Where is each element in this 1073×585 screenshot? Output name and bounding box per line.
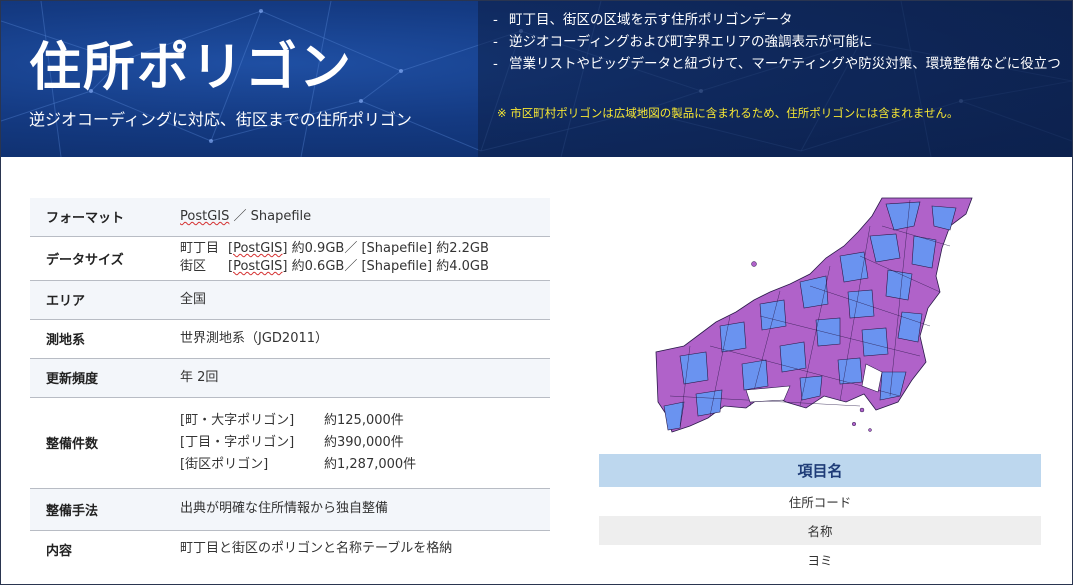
datasize-name: 町丁目 bbox=[180, 241, 220, 256]
banner-note: ※ 市区町村ポリゴンは広域地図の製品に含まれるため、住所ポリゴンには含まれません… bbox=[497, 106, 959, 120]
page-title: 住所ポリゴン bbox=[29, 38, 354, 98]
format-postgis: PostGIS bbox=[180, 208, 230, 224]
spec-row-format: フォーマット PostGIS ／ Shapefile bbox=[30, 198, 550, 237]
spec-label: 内容 bbox=[46, 543, 73, 559]
item-table: 項目名 住所コード 名称 ヨミ bbox=[599, 454, 1041, 574]
item-table-header-row: 項目名 bbox=[599, 454, 1041, 487]
spec-row-crs: 測地系 世界測地系（JGD2011） bbox=[30, 319, 550, 359]
spec-value: 出典が明確な住所情報から独自整備 bbox=[164, 488, 550, 531]
spec-label: 更新頻度 bbox=[30, 358, 164, 398]
spec-row-datasize: データサイズ 町丁目 [PostGIS] 約0.9GB／ [Shapefile] … bbox=[30, 236, 550, 281]
spec-row-area: エリア 全国 bbox=[30, 280, 550, 320]
datasize-name: 街区 bbox=[180, 259, 207, 274]
spec-value: 町丁目 [PostGIS] 約0.9GB／ [Shapefile] 約2.2GB … bbox=[164, 236, 550, 281]
count-type: [街区ポリゴン] bbox=[180, 456, 269, 472]
spec-label: 整備件数 bbox=[30, 397, 164, 489]
feature-item: 町丁目、街区の区域を示す住所ポリゴンデータ bbox=[491, 11, 1061, 29]
datasize-rest: 約0.6GB／ [Shapefile] 約4.0GB bbox=[287, 259, 489, 274]
spec-value: 全国 bbox=[164, 280, 550, 320]
spec-label: エリア bbox=[30, 280, 164, 320]
feature-list: 町丁目、街区の区域を示す住所ポリゴンデータ 逆ジオコーディングおよび町字界エリア… bbox=[491, 11, 1061, 77]
item-row: 名称 bbox=[599, 516, 1041, 545]
spec-row-update: 更新頻度 年 2回 bbox=[30, 358, 550, 398]
count-type: [町・大字ポリゴン] bbox=[180, 412, 295, 428]
item-cell: 名称 bbox=[599, 516, 1041, 545]
spec-label: データサイズ bbox=[30, 236, 164, 281]
spec-row-method: 整備手法 出典が明確な住所情報から独自整備 bbox=[30, 488, 550, 531]
item-row: ヨミ bbox=[599, 545, 1041, 574]
page-subtitle: 逆ジオコーディングに対応、街区までの住所ポリゴン bbox=[29, 110, 412, 129]
format-rest: ／ Shapefile bbox=[229, 208, 312, 224]
spec-table: フォーマット PostGIS ／ Shapefile データサイズ 町丁目 [Po… bbox=[30, 198, 550, 568]
count-value: 約1,287,000件 bbox=[324, 456, 417, 472]
spec-row-count: 整備件数 [町・大字ポリゴン] 約125,000件 [丁目・字ポリゴン] 約390,… bbox=[30, 397, 550, 489]
feature-item: 営業リストやビッグデータと紐づけて、マーケティングや防災対策、環境整備などに役立… bbox=[491, 55, 1061, 73]
spec-label: 測地系 bbox=[30, 319, 164, 359]
spec-value: 町丁目と街区のポリゴンと名称テーブルを格納 bbox=[180, 541, 453, 557]
count-type: [丁目・字ポリゴン] bbox=[180, 434, 295, 450]
address-polygon-map bbox=[655, 197, 973, 433]
item-cell: ヨミ bbox=[807, 553, 833, 568]
header-banner: 住所ポリゴン 逆ジオコーディングに対応、街区までの住所ポリゴン 町丁目、街区の区… bbox=[1, 1, 1072, 157]
spec-value: 年 2回 bbox=[164, 358, 550, 398]
spec-value: PostGIS ／ Shapefile bbox=[164, 198, 550, 237]
spec-value: 世界測地系（JGD2011） bbox=[164, 319, 550, 359]
spec-label: 整備手法 bbox=[30, 488, 164, 531]
item-table-header: 項目名 bbox=[599, 454, 1041, 487]
item-row: 住所コード bbox=[599, 487, 1041, 516]
spec-label: フォーマット bbox=[30, 198, 164, 237]
feature-item: 逆ジオコーディングおよび町字界エリアの強調表示が可能に bbox=[491, 33, 1061, 51]
datasize-rest: 約0.9GB／ [Shapefile] 約2.2GB bbox=[287, 241, 489, 256]
count-line: [町・大字ポリゴン] 約125,000件 bbox=[180, 410, 550, 432]
count-line: [街区ポリゴン] 約1,287,000件 bbox=[180, 454, 550, 476]
item-cell: 住所コード bbox=[788, 495, 852, 510]
count-line: [丁目・字ポリゴン] 約390,000件 bbox=[180, 432, 550, 454]
datasize-tag: [PostGIS] bbox=[228, 259, 288, 274]
spec-row-content: 内容 町丁目と街区のポリゴンと名称テーブルを格納 bbox=[30, 530, 550, 568]
count-value: 約390,000件 bbox=[324, 434, 404, 450]
spec-value: [町・大字ポリゴン] 約125,000件 [丁目・字ポリゴン] 約390,000件 … bbox=[164, 397, 550, 489]
datasize-tag: [PostGIS] bbox=[228, 241, 288, 256]
count-value: 約125,000件 bbox=[324, 412, 404, 428]
